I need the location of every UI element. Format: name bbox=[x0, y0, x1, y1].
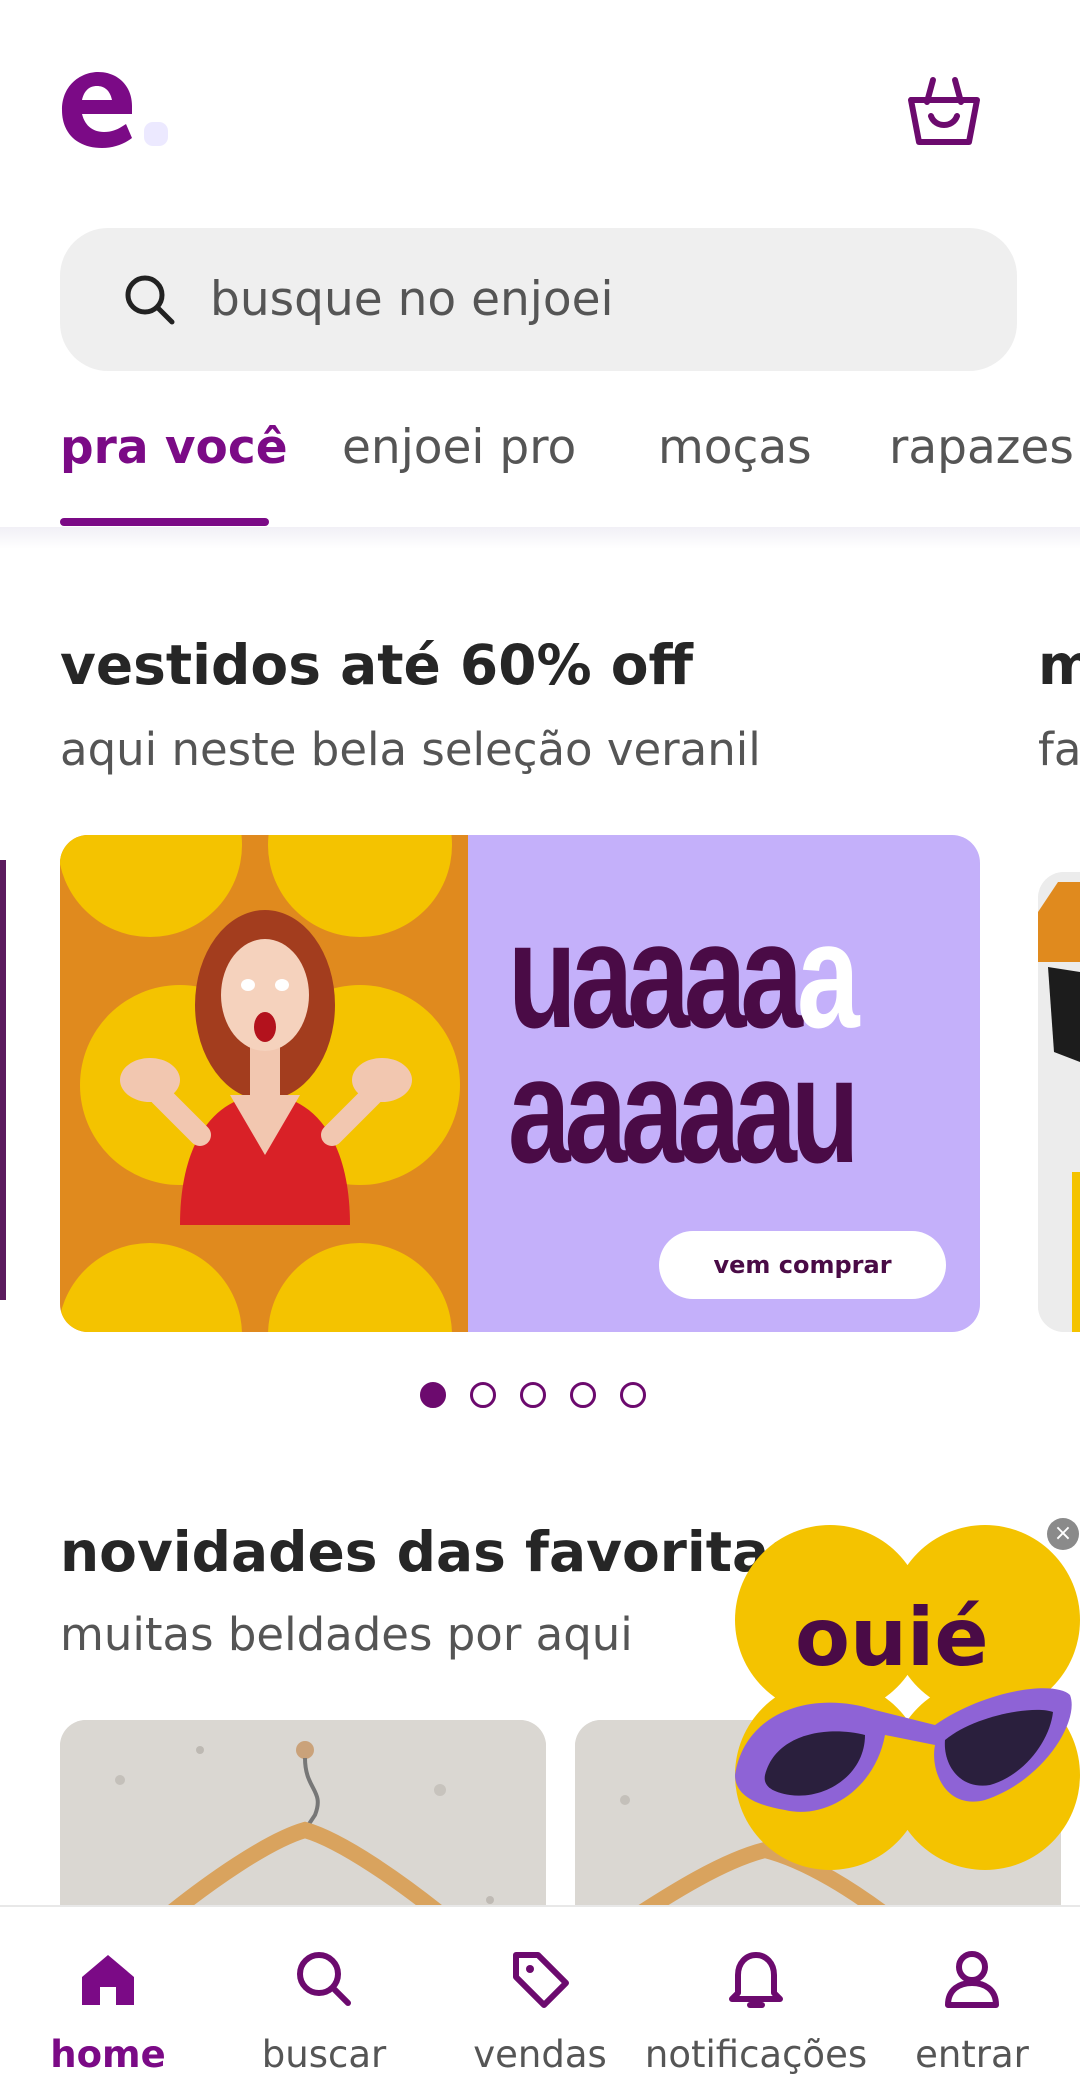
tab-enjoei-pro[interactable]: enjoei pro bbox=[342, 420, 576, 475]
tabs-divider bbox=[0, 527, 1080, 549]
nav-entrar-label: entrar bbox=[915, 2033, 1029, 2076]
nav-buscar-label: buscar bbox=[261, 2033, 387, 2076]
banner-illustration bbox=[60, 835, 460, 1332]
bell-icon bbox=[729, 1952, 783, 2008]
previous-banner-peek[interactable] bbox=[0, 860, 6, 1300]
enjoei-logo[interactable] bbox=[60, 70, 180, 150]
app-header bbox=[0, 0, 1080, 210]
nav-notificacoes-label: notificações bbox=[644, 2033, 868, 2076]
nav-buscar[interactable]: buscar bbox=[216, 1907, 432, 2097]
nav-home-label: home bbox=[50, 2033, 166, 2076]
vem-comprar-button[interactable]: vem comprar bbox=[659, 1231, 946, 1299]
promo-sticker[interactable]: ouié bbox=[735, 1520, 1080, 1870]
banner-photo bbox=[60, 835, 468, 1332]
banner-text-panel: uaaaaa aaaaau vem comprar bbox=[468, 835, 980, 1332]
nav-vendas[interactable]: vendas bbox=[432, 1907, 648, 2097]
bottom-navigation: home buscar vendas notificações entrar bbox=[0, 1905, 1080, 2097]
category-tabs: pra você enjoei pro moças rapazes bbox=[0, 420, 1080, 530]
nav-home[interactable]: home bbox=[0, 1907, 216, 2097]
tag-icon bbox=[513, 1952, 569, 2008]
next-section-title-peek: m bbox=[1038, 633, 1080, 697]
section-title: vestidos até 60% off bbox=[60, 633, 694, 697]
search-placeholder: busque no enjoei bbox=[210, 272, 614, 327]
promo-sticker-art: ouié bbox=[735, 1525, 1080, 1870]
nav-notificacoes[interactable]: notificações bbox=[644, 1907, 868, 2097]
user-icon bbox=[945, 1951, 999, 2008]
carousel-dot-1[interactable] bbox=[420, 1382, 446, 1408]
section-subtitle: aqui neste bela seleção veranil bbox=[60, 723, 761, 776]
carousel-dot-3[interactable] bbox=[520, 1382, 546, 1408]
active-tab-indicator bbox=[60, 518, 269, 526]
tab-mocas[interactable]: moças bbox=[658, 420, 812, 475]
tab-rapazes[interactable]: rapazes bbox=[889, 420, 1074, 475]
carousel-dot-5[interactable] bbox=[620, 1382, 646, 1408]
search-icon bbox=[297, 1952, 351, 2006]
nav-entrar[interactable]: entrar bbox=[864, 1907, 1080, 2097]
next-section-subtitle-peek: fa bbox=[1038, 723, 1080, 776]
banner-headline-line2: aaaaau bbox=[508, 1026, 860, 1194]
carousel-dot-4[interactable] bbox=[570, 1382, 596, 1408]
carousel-pagination bbox=[420, 1382, 646, 1408]
promo-close-icon[interactable]: × bbox=[1047, 1518, 1079, 1550]
next-banner-image bbox=[1038, 872, 1080, 1332]
nav-vendas-label: vendas bbox=[473, 2033, 607, 2076]
shopping-bag-icon[interactable] bbox=[905, 72, 983, 150]
tab-pra-voce[interactable]: pra você bbox=[60, 420, 288, 475]
next-banner-peek[interactable] bbox=[1038, 872, 1080, 1332]
promo-banner[interactable]: uaaaaa aaaaau vem comprar bbox=[60, 835, 980, 1332]
search-icon bbox=[125, 275, 175, 324]
home-icon bbox=[82, 1955, 134, 2005]
promo-text: ouié bbox=[795, 1591, 989, 1684]
section-title-favoritas: novidades das favoritas bbox=[60, 1520, 802, 1584]
search-bar[interactable]: busque no enjoei bbox=[60, 228, 1017, 371]
section-subtitle-favoritas: muitas beldades por aqui bbox=[60, 1608, 633, 1661]
carousel-dot-2[interactable] bbox=[470, 1382, 496, 1408]
